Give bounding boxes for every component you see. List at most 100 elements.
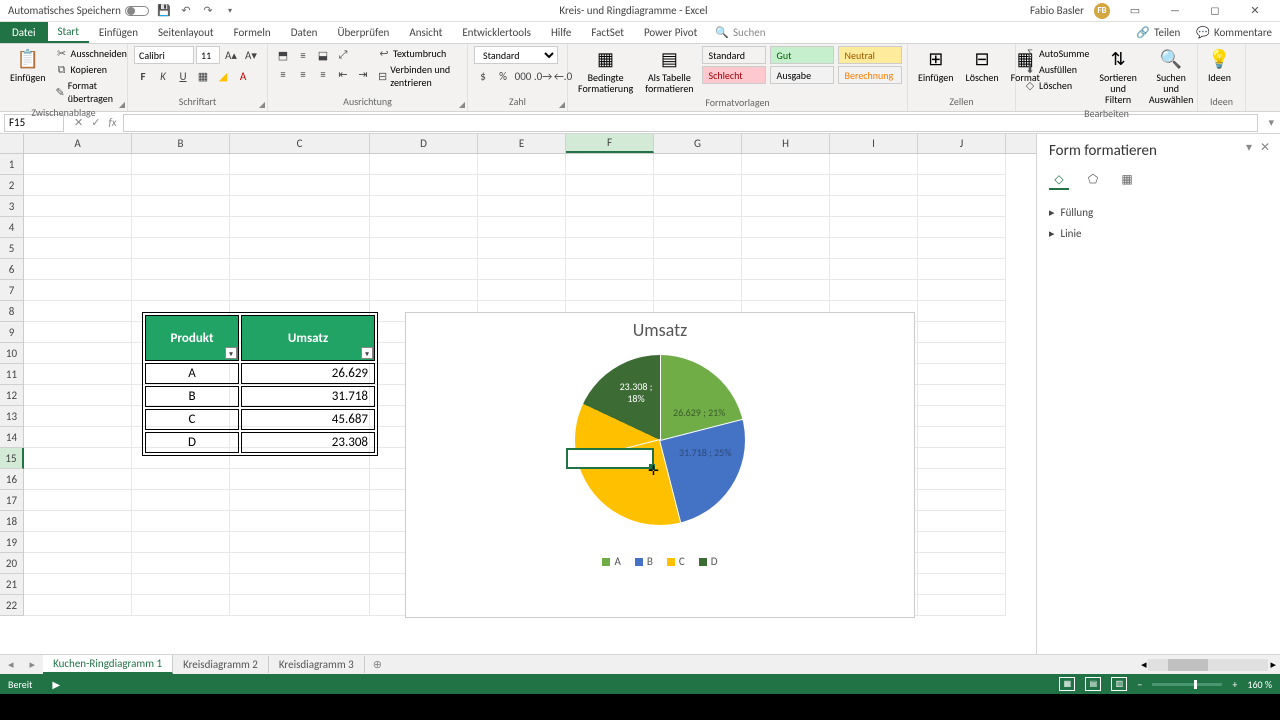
page-break-view-icon[interactable]: ▥ — [1111, 677, 1127, 691]
tab-start[interactable]: Start — [48, 22, 89, 43]
cell[interactable] — [918, 553, 1006, 574]
cell[interactable] — [370, 217, 478, 238]
cell-styles-gallery[interactable]: Standard Gut Neutral Schlecht Ausgabe Be… — [702, 46, 904, 84]
cell[interactable] — [24, 280, 132, 301]
cell[interactable] — [132, 259, 230, 280]
number-launcher-icon[interactable]: ◢ — [559, 100, 565, 110]
cell[interactable] — [918, 511, 1006, 532]
style-good[interactable]: Gut — [770, 46, 834, 64]
cell[interactable] — [918, 574, 1006, 595]
italic-button[interactable]: K — [154, 67, 172, 85]
cell[interactable] — [918, 427, 1006, 448]
tab-review[interactable]: Überprüfen — [327, 22, 399, 43]
cell[interactable] — [918, 217, 1006, 238]
cell[interactable] — [24, 196, 132, 217]
tab-powerpivot[interactable]: Power Pivot — [634, 22, 707, 43]
add-sheet-icon[interactable]: ⊕ — [365, 658, 390, 671]
cell[interactable] — [24, 154, 132, 175]
cell[interactable] — [230, 574, 370, 595]
border-button[interactable]: ▦ — [194, 67, 212, 85]
cell[interactable] — [132, 574, 230, 595]
cell[interactable] — [230, 196, 370, 217]
autosum-button[interactable]: ΣAutoSumme — [1022, 46, 1091, 61]
indent-increase-icon[interactable]: ⇥ — [354, 65, 372, 83]
effects-tab-icon[interactable]: ⬠ — [1083, 170, 1103, 190]
indent-decrease-icon[interactable]: ⇤ — [334, 65, 352, 83]
cell[interactable] — [132, 490, 230, 511]
hscroll-left-icon[interactable]: ◂ — [1141, 658, 1147, 671]
cell[interactable] — [24, 301, 132, 322]
cell[interactable] — [24, 343, 132, 364]
find-select-button[interactable]: 🔍Suchen und Auswählen — [1145, 46, 1198, 107]
cell[interactable] — [230, 154, 370, 175]
cell[interactable] — [230, 469, 370, 490]
cell[interactable] — [230, 280, 370, 301]
zoom-slider[interactable] — [1152, 683, 1222, 686]
tab-data[interactable]: Daten — [281, 22, 328, 43]
row-header[interactable]: 10 — [0, 343, 24, 364]
row-header[interactable]: 15 — [0, 448, 24, 469]
close-icon[interactable]: ✕ — [1240, 1, 1270, 21]
percent-icon[interactable]: % — [494, 67, 512, 85]
cell[interactable] — [830, 217, 918, 238]
cell[interactable] — [918, 343, 1006, 364]
cell[interactable] — [24, 175, 132, 196]
cell[interactable] — [24, 448, 132, 469]
cell[interactable] — [742, 175, 830, 196]
cell[interactable] — [918, 532, 1006, 553]
cell[interactable] — [24, 469, 132, 490]
cell[interactable] — [566, 175, 654, 196]
align-top-icon[interactable]: ⬒ — [274, 46, 292, 64]
hscroll-thumb[interactable] — [1168, 659, 1208, 671]
row-header[interactable]: 16 — [0, 469, 24, 490]
alignment-launcher-icon[interactable]: ◢ — [459, 100, 465, 110]
cell[interactable] — [230, 490, 370, 511]
delete-cells-button[interactable]: ⊟Löschen — [962, 46, 1003, 85]
row-header[interactable]: 9 — [0, 322, 24, 343]
cell[interactable] — [918, 280, 1006, 301]
cell[interactable] — [230, 238, 370, 259]
number-format-select[interactable]: Standard — [474, 46, 558, 64]
underline-button[interactable]: U — [174, 67, 192, 85]
cell[interactable] — [566, 217, 654, 238]
row-header[interactable]: 7 — [0, 280, 24, 301]
fill-line-tab-icon[interactable]: ◇ — [1049, 170, 1069, 190]
cell[interactable] — [132, 553, 230, 574]
style-calculation[interactable]: Berechnung — [838, 66, 902, 84]
cell[interactable] — [24, 490, 132, 511]
cell[interactable] — [830, 280, 918, 301]
cell[interactable] — [566, 280, 654, 301]
copy-button[interactable]: ⧉Kopieren — [54, 62, 129, 77]
cell[interactable] — [918, 448, 1006, 469]
cell[interactable] — [566, 196, 654, 217]
cell[interactable] — [830, 196, 918, 217]
font-name-select[interactable] — [134, 46, 194, 64]
format-painter-button[interactable]: ✎Format übertragen — [54, 78, 129, 106]
sheet-nav-prev-icon[interactable]: ◂ — [0, 658, 22, 671]
cell[interactable] — [230, 553, 370, 574]
cell[interactable] — [230, 511, 370, 532]
cell[interactable] — [654, 238, 742, 259]
row-header[interactable]: 19 — [0, 532, 24, 553]
increase-decimal-icon[interactable]: .0→ — [534, 67, 552, 85]
cell[interactable] — [24, 574, 132, 595]
macro-record-icon[interactable]: ▶ — [52, 678, 60, 691]
cell[interactable] — [24, 385, 132, 406]
clear-button[interactable]: ◇Löschen — [1022, 78, 1091, 93]
orientation-icon[interactable]: ⤢ — [334, 46, 352, 64]
cell[interactable] — [230, 217, 370, 238]
cell[interactable] — [478, 154, 566, 175]
page-layout-view-icon[interactable]: ▤ — [1085, 677, 1101, 691]
undo-icon[interactable]: ↶ — [179, 4, 193, 18]
cell[interactable] — [132, 196, 230, 217]
cell[interactable] — [742, 154, 830, 175]
cell[interactable] — [24, 427, 132, 448]
conditional-formatting-button[interactable]: ▦Bedingte Formatierung — [574, 46, 637, 96]
style-neutral[interactable]: Neutral — [838, 46, 902, 64]
user-avatar[interactable]: FB — [1094, 3, 1110, 19]
cell[interactable] — [918, 595, 1006, 616]
line-section[interactable]: ▸Linie — [1049, 223, 1268, 244]
cell[interactable] — [24, 532, 132, 553]
cell[interactable] — [918, 406, 1006, 427]
cell[interactable] — [566, 238, 654, 259]
